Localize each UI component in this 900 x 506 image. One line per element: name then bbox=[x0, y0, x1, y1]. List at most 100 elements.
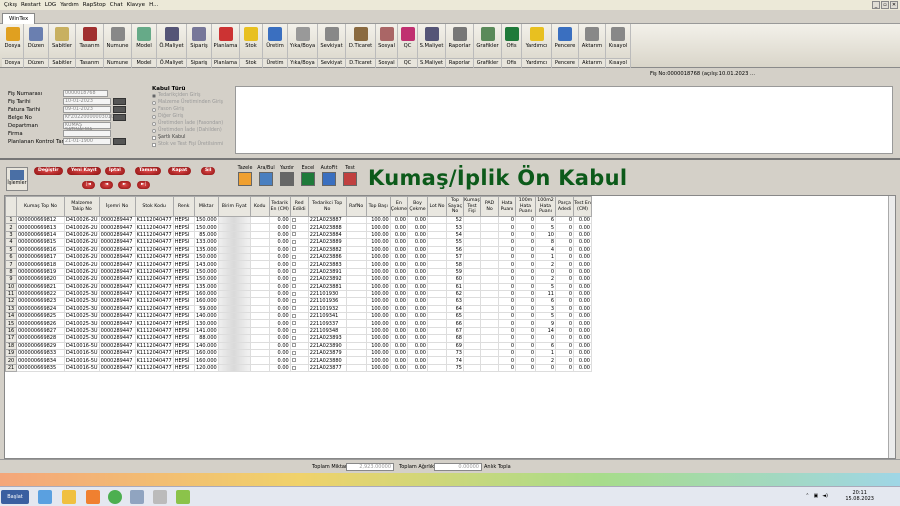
table-cell[interactable] bbox=[345, 297, 367, 306]
folder-icon[interactable] bbox=[62, 490, 76, 504]
table-cell[interactable]: 221A023877 bbox=[307, 363, 347, 373]
table-cell[interactable]: 135.000 bbox=[193, 245, 219, 254]
table-cell[interactable]: 0 bbox=[555, 304, 574, 314]
table-cell[interactable]: 0.00 bbox=[268, 230, 291, 240]
table-cell[interactable]: 53 bbox=[446, 223, 464, 232]
table-cell[interactable]: 0000289447 bbox=[98, 312, 136, 321]
toolbar-grafikler[interactable]: Grafikler Grafikler bbox=[474, 24, 502, 68]
table-cell[interactable]: 0 bbox=[515, 238, 536, 247]
column-header[interactable]: Birim Fiyat bbox=[217, 196, 251, 217]
table-cell[interactable]: D410025-3U bbox=[64, 312, 100, 321]
table-cell[interactable]: 0000289447 bbox=[98, 289, 136, 299]
table-cell[interactable]: 0.00 bbox=[407, 349, 428, 358]
table-cell[interactable]: HEPSİ bbox=[172, 304, 195, 314]
red-checkbox[interactable] bbox=[291, 254, 296, 259]
table-cell[interactable]: 0.00 bbox=[573, 267, 592, 277]
table-cell[interactable]: 8 bbox=[535, 238, 556, 247]
toolbar-qc[interactable]: QC QC bbox=[398, 24, 418, 68]
toolbar-raporlar[interactable]: Raporlar Raporlar bbox=[446, 24, 474, 68]
table-cell[interactable] bbox=[289, 356, 309, 365]
column-header[interactable]: Top Sayaç No bbox=[446, 196, 464, 217]
column-header[interactable] bbox=[5, 196, 17, 217]
table-cell[interactable]: HEPSİ bbox=[172, 297, 195, 306]
table-cell[interactable] bbox=[289, 245, 309, 254]
radio-icon[interactable] bbox=[152, 121, 156, 126]
table-cell[interactable]: 6 bbox=[535, 341, 556, 351]
table-cell[interactable]: D410025-3U bbox=[64, 326, 100, 336]
table-cell[interactable]: 221101932 bbox=[307, 304, 347, 314]
table-cell[interactable]: 100.00 bbox=[365, 356, 391, 365]
table-row[interactable]: 7 000000669818 D410026-2U 0000289447 K111204… bbox=[5, 260, 592, 269]
islemler-button[interactable]: İşlemler bbox=[6, 167, 28, 191]
table-cell[interactable]: 16 bbox=[5, 326, 17, 336]
table-row[interactable]: 2 000000669813 D410026-2U 0000289447 K111204… bbox=[5, 223, 592, 232]
table-cell[interactable]: 0.00 bbox=[573, 349, 592, 358]
table-cell[interactable] bbox=[217, 356, 251, 365]
red-checkbox[interactable] bbox=[291, 262, 296, 267]
table-cell[interactable]: D410016-5U bbox=[64, 349, 100, 358]
table-cell[interactable]: D410025-3U bbox=[64, 334, 100, 343]
table-cell[interactable] bbox=[289, 304, 309, 314]
table-cell[interactable]: 130.000 bbox=[193, 319, 219, 328]
table-cell[interactable]: 135.000 bbox=[193, 282, 219, 291]
table-cell[interactable]: 000000669820 bbox=[16, 275, 65, 284]
table-cell[interactable]: 0 bbox=[535, 334, 556, 343]
table-cell[interactable]: K1112040477 bbox=[134, 267, 174, 277]
toolbar-dropdown[interactable]: Sevkiyat bbox=[318, 58, 345, 67]
table-cell[interactable]: 13 bbox=[5, 304, 17, 314]
table-cell[interactable] bbox=[289, 312, 309, 321]
table-cell[interactable]: 0 bbox=[555, 275, 574, 284]
table-cell[interactable]: 100.00 bbox=[365, 215, 391, 225]
app2-icon[interactable] bbox=[176, 490, 190, 504]
table-cell[interactable] bbox=[463, 349, 481, 358]
table-cell[interactable] bbox=[345, 238, 367, 247]
table-cell[interactable]: 000000669827 bbox=[16, 326, 65, 336]
table-cell[interactable]: 11 bbox=[535, 289, 556, 299]
table-cell[interactable]: K1112040477 bbox=[134, 282, 174, 291]
table-cell[interactable]: 3 bbox=[535, 304, 556, 314]
toolbar-dropdown[interactable]: Tasarım bbox=[76, 58, 103, 67]
table-cell[interactable]: 000000669826 bbox=[16, 319, 65, 328]
table-cell[interactable]: 0000289447 bbox=[98, 267, 136, 277]
toolbar-numune[interactable]: Numune Numune bbox=[104, 24, 132, 68]
table-cell[interactable]: 4 bbox=[535, 245, 556, 254]
table-cell[interactable] bbox=[289, 223, 309, 232]
table-cell[interactable]: 000000669825 bbox=[16, 312, 65, 321]
table-cell[interactable]: 000000669835 bbox=[16, 363, 65, 373]
table-cell[interactable]: 0 bbox=[555, 238, 574, 247]
table-cell[interactable]: 0000289447 bbox=[98, 215, 136, 225]
table-cell[interactable] bbox=[463, 334, 481, 343]
table-cell[interactable]: HEPSİ bbox=[172, 312, 195, 321]
table-cell[interactable]: 4 bbox=[5, 238, 17, 247]
table-cell[interactable]: 000000669815 bbox=[16, 238, 65, 247]
volume-icon[interactable]: ◄) bbox=[822, 493, 828, 499]
table-cell[interactable] bbox=[217, 215, 251, 225]
red-checkbox[interactable] bbox=[291, 335, 296, 340]
table-cell[interactable] bbox=[289, 230, 309, 240]
toolbar-dropdown[interactable]: Ö.Maliyet bbox=[157, 58, 186, 67]
table-cell[interactable] bbox=[217, 252, 251, 262]
table-cell[interactable]: 14 bbox=[535, 326, 556, 336]
table-cell[interactable]: 0.00 bbox=[407, 356, 428, 365]
table-cell[interactable]: 000000669824 bbox=[16, 304, 65, 314]
table-cell[interactable]: 0000289447 bbox=[98, 297, 136, 306]
red-checkbox[interactable] bbox=[291, 365, 296, 370]
table-cell[interactable]: 85.000 bbox=[193, 230, 219, 240]
table-cell[interactable]: K1112040477 bbox=[134, 356, 174, 365]
table-cell[interactable]: 160.000 bbox=[193, 356, 219, 365]
table-cell[interactable]: 0.00 bbox=[268, 215, 291, 225]
table-cell[interactable]: 000000669828 bbox=[16, 334, 65, 343]
table-cell[interactable]: 0 bbox=[498, 334, 516, 343]
toolbar-dropdown[interactable]: Yıka/Boya bbox=[288, 58, 317, 67]
table-cell[interactable]: 100.00 bbox=[365, 275, 391, 284]
table-cell[interactable] bbox=[427, 334, 447, 343]
table-cell[interactable] bbox=[463, 289, 481, 299]
table-cell[interactable]: 60 bbox=[446, 275, 464, 284]
table-cell[interactable]: 19 bbox=[5, 349, 17, 358]
table-cell[interactable]: 0.00 bbox=[573, 334, 592, 343]
toolbar-dropdown[interactable]: Sosyal bbox=[376, 58, 397, 67]
table-cell[interactable]: 0 bbox=[515, 326, 536, 336]
table-cell[interactable]: 221A023880 bbox=[307, 356, 347, 365]
form-field[interactable]: 09-01-2023 bbox=[63, 106, 126, 113]
table-cell[interactable] bbox=[427, 289, 447, 299]
